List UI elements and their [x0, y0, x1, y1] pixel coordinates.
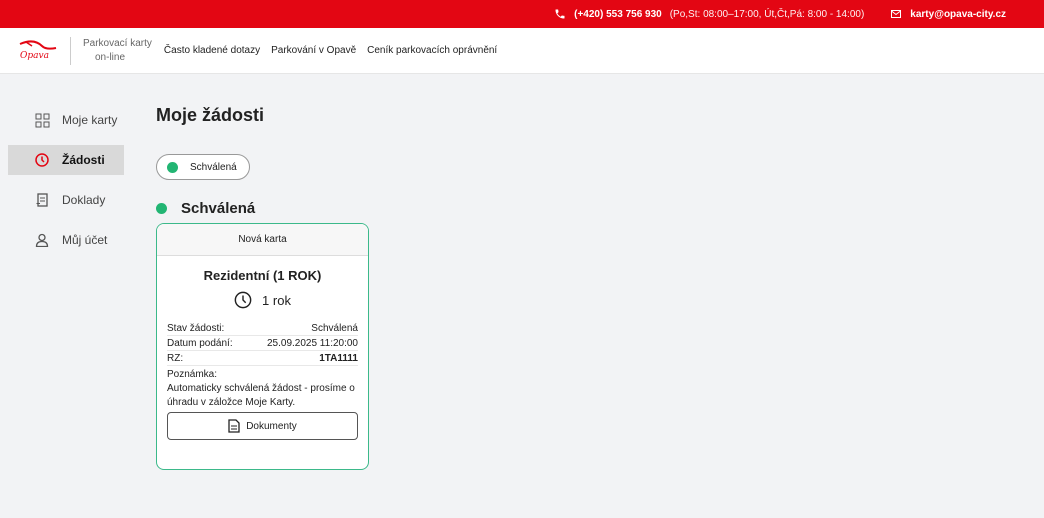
card-header: Nová karta [157, 224, 368, 256]
top-contact-bar: (+420) 553 756 930 (Po,St: 08:00–17:00, … [0, 0, 1044, 28]
sidebar-item-label: Žádosti [62, 153, 105, 167]
main-navbar: Opava Parkovací karty on-line Často klad… [0, 28, 1044, 74]
note-label: Poznámka: [167, 369, 218, 380]
detail-row-rz: RZ: 1TA1111 [167, 351, 358, 366]
note-text: Automaticky schválená žádost - prosíme o… [167, 383, 355, 408]
detail-value: Schválená [311, 322, 358, 334]
sidebar-item-label: Můj účet [62, 233, 108, 247]
documents-button-label: Dokumenty [246, 420, 297, 432]
detail-row-status: Stav žádosti: Schválená [167, 321, 358, 336]
opava-logo[interactable]: Opava [16, 36, 64, 66]
phone-number[interactable]: (+420) 553 756 930 [574, 9, 662, 20]
status-dot-icon [156, 203, 167, 214]
grid-icon [34, 112, 50, 128]
group-title-label: Schválená [181, 200, 256, 217]
nav-parking-opava[interactable]: Parkování v Opavě [271, 45, 356, 56]
nav-faq[interactable]: Často kladené dotazy [164, 45, 260, 56]
detail-value: 1TA1111 [319, 352, 358, 364]
sidebar-item-my-account[interactable]: Můj účet [8, 225, 124, 255]
user-icon [34, 232, 50, 248]
email-link[interactable]: karty@opava-city.cz [910, 9, 1006, 20]
status-filter-chip[interactable]: Schválená [156, 154, 250, 180]
detail-label: Datum podání: [167, 337, 233, 349]
status-dot-icon [167, 161, 178, 173]
filter-chip-label: Schválená [190, 161, 237, 173]
brand-line-1: Parkovací karty [83, 37, 152, 49]
documents-button[interactable]: Dokumenty [167, 412, 358, 440]
main-content: Moje žádosti Schválená Schválená Nová ka… [156, 75, 369, 470]
card-details: Stav žádosti: Schválená Datum podání: 25… [167, 321, 358, 410]
app-brand: Parkovací karty on-line [70, 36, 152, 65]
sidebar-item-label: Doklady [62, 193, 106, 207]
clock-icon [34, 152, 50, 168]
sidebar: Moje karty Žádosti Doklady Můj účet [0, 75, 130, 265]
brand-line-2: on-line [95, 51, 126, 63]
request-card: Nová karta Rezidentní (1 ROK) 1 rok Stav… [156, 223, 369, 470]
card-duration: 1 rok [157, 291, 368, 309]
page-title: Moje žádosti [156, 105, 265, 125]
sidebar-item-documents[interactable]: Doklady [8, 185, 124, 215]
detail-value: 25.09.2025 11:20:00 [266, 337, 358, 349]
office-hours: (Po,St: 08:00–17:00, Út,Čt,Pá: 8:00 - 14… [669, 8, 865, 20]
document-icon [228, 419, 240, 433]
sidebar-item-my-cards[interactable]: Moje karty [8, 105, 124, 135]
logo-text: Opava [20, 50, 49, 61]
mail-icon [891, 10, 902, 18]
status-group-title: Schválená [156, 200, 369, 217]
detail-row-date: Datum podání: 25.09.2025 11:20:00 [167, 336, 358, 351]
email-contact[interactable]: karty@opava-city.cz [890, 8, 1006, 20]
nav-price-list[interactable]: Ceník parkovacích oprávnění [367, 45, 497, 56]
sidebar-item-label: Moje karty [62, 113, 118, 127]
duration-value: 1 rok [262, 292, 291, 308]
detail-label: RZ: [167, 352, 184, 364]
card-title: Rezidentní (1 ROK) [203, 268, 322, 283]
clock-icon [234, 291, 252, 309]
receipt-icon [34, 192, 50, 208]
detail-label: Stav žádosti: [167, 322, 225, 334]
phone-icon [555, 9, 565, 19]
phone-contact[interactable]: (+420) 553 756 930 (Po,St: 08:00–17:00, … [554, 8, 864, 20]
sidebar-item-requests[interactable]: Žádosti [8, 145, 124, 175]
